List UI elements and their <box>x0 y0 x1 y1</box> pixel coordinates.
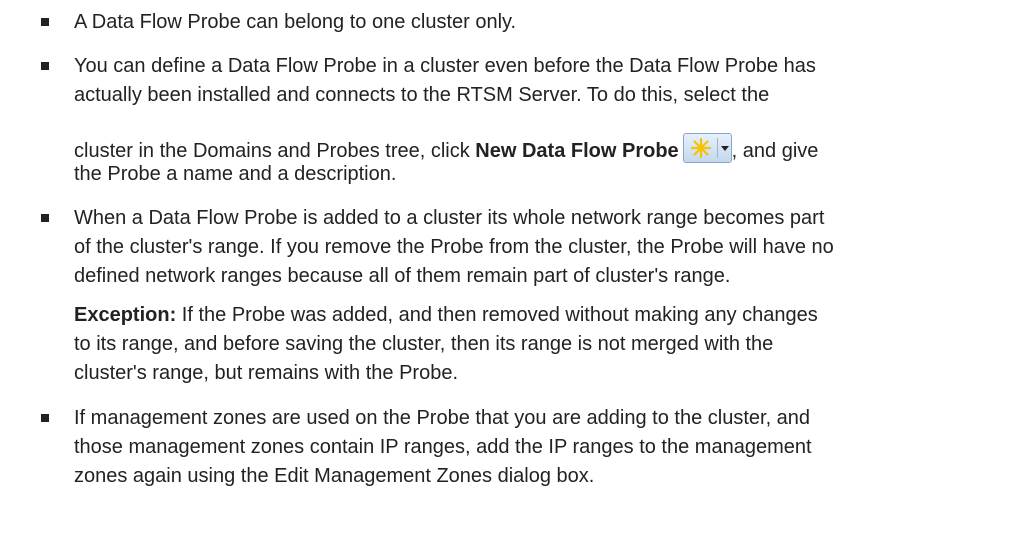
bullet-marker <box>41 18 49 26</box>
list-item-text: zones again using the Edit Management Zo… <box>74 465 595 487</box>
exception-text: cluster's range, but remains with the Pr… <box>74 362 459 384</box>
exception-text: If the Probe was added, and then removed… <box>176 304 818 326</box>
new-data-flow-probe-button[interactable] <box>682 133 732 163</box>
exception-note: Exception: If the Probe was added, and t… <box>74 303 818 327</box>
bullet-marker <box>41 214 49 222</box>
list-item-text: You can define a Data Flow Probe in a cl… <box>74 55 816 77</box>
list-item-text: When a Data Flow Probe is added to a clu… <box>74 207 825 229</box>
exception-text: to its range, and before saving the clus… <box>74 333 774 355</box>
button-separator <box>716 138 718 158</box>
exception-label: Exception: <box>74 304 177 326</box>
instruction-text: cluster in the Domains and Probes tree, … <box>74 140 476 162</box>
bullet-marker <box>41 62 49 70</box>
list-item-text: If management zones are used on the Prob… <box>74 407 811 429</box>
list-item-text: A Data Flow Probe can belong to one clus… <box>74 11 517 33</box>
chevron-down-icon[interactable] <box>720 146 729 151</box>
list-item-text: of the cluster's range. If you remove th… <box>74 236 834 258</box>
list-item-text: cluster in the Domains and Probes tree, … <box>74 133 818 163</box>
sun-star-icon <box>690 137 711 159</box>
ui-command-name: New Data Flow Probe <box>475 140 679 162</box>
document-body: A Data Flow Probe can belong to one clus… <box>0 0 1020 534</box>
list-item-text: actually been installed and connects to … <box>74 84 770 106</box>
instruction-text: , and give <box>731 140 819 162</box>
bullet-marker <box>41 414 49 422</box>
list-item-text: those management zones contain IP ranges… <box>74 436 812 458</box>
list-item-text: the Probe a name and a description. <box>74 163 397 185</box>
list-item-text: defined network ranges because all of th… <box>74 265 731 287</box>
